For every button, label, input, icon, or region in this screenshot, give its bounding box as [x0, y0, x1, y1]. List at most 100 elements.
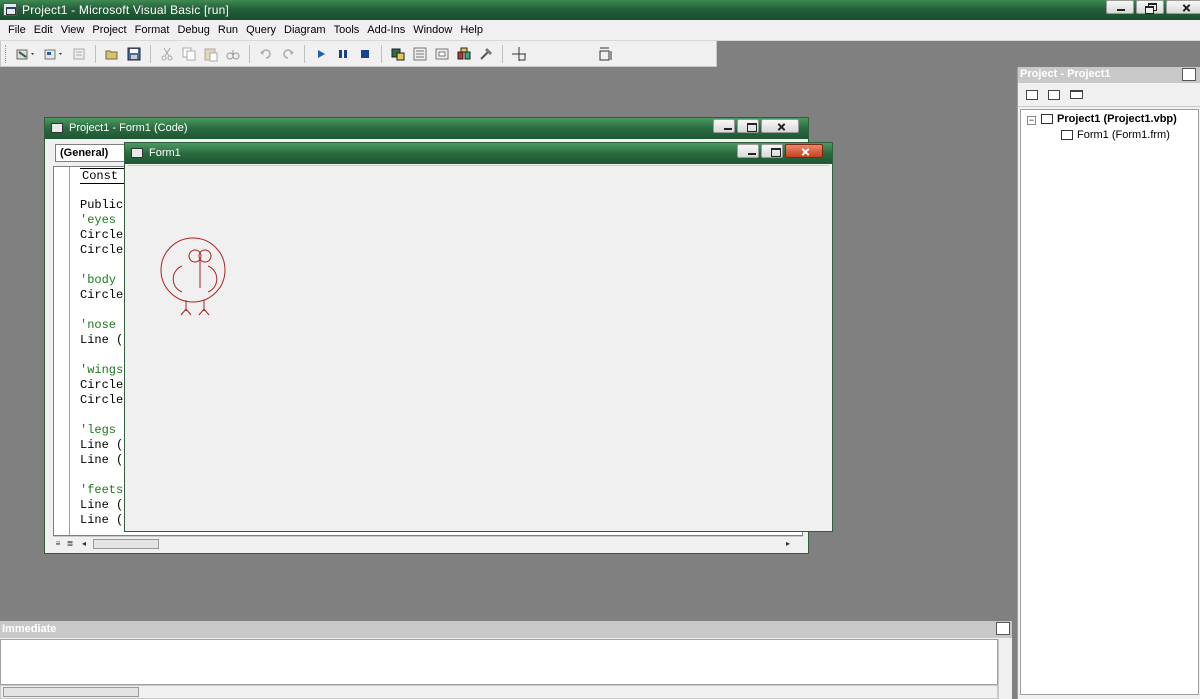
form1-maximize-button[interactable]: [761, 144, 783, 158]
form-icon: [1061, 130, 1073, 141]
menu-tools[interactable]: Tools: [330, 24, 364, 36]
menu-window[interactable]: Window: [409, 24, 456, 36]
menu-help[interactable]: Help: [456, 24, 487, 36]
toggle-folders-icon[interactable]: [1066, 86, 1086, 104]
immediate-close-icon[interactable]: ✕: [996, 622, 1010, 635]
code-line: Public: [80, 198, 124, 212]
code-line: Circle: [80, 288, 124, 302]
project-explorer-toolbar: [1018, 83, 1200, 107]
menu-run[interactable]: Run: [214, 24, 242, 36]
code-line: Line (: [80, 333, 124, 347]
app-minimize-button[interactable]: [1106, 0, 1134, 14]
full-module-view-icon[interactable]: ≣: [65, 539, 75, 549]
app-close-button[interactable]: [1166, 0, 1200, 14]
code-close-button[interactable]: [761, 119, 799, 133]
app-restore-button[interactable]: [1136, 0, 1164, 14]
code-comment-line: 'eyes: [80, 213, 117, 227]
menu-editor-icon[interactable]: [68, 44, 90, 64]
start-icon[interactable]: [310, 44, 332, 64]
code-comment-line: 'nose: [80, 318, 117, 332]
project-explorer-icon[interactable]: [387, 44, 409, 64]
redo-icon[interactable]: [277, 44, 299, 64]
view-code-icon[interactable]: [1022, 86, 1042, 104]
open-icon[interactable]: [101, 44, 123, 64]
menu-project[interactable]: Project: [88, 24, 130, 36]
form1-titlebar[interactable]: Form1: [125, 143, 832, 164]
bird-right-wing: [207, 265, 218, 293]
code-maximize-button[interactable]: [737, 119, 759, 133]
bird-drawing: [160, 237, 226, 316]
code-window-buttons: [713, 119, 799, 133]
toolbar-grip[interactable]: [5, 44, 8, 63]
position-icon[interactable]: [508, 44, 530, 64]
code-line: Line (: [80, 438, 124, 452]
form1-window[interactable]: Form1: [124, 142, 833, 532]
immediate-window[interactable]: Immediate ✕: [0, 621, 1012, 699]
scroll-left-icon[interactable]: ◂: [79, 539, 89, 549]
view-object-icon[interactable]: [1044, 86, 1064, 104]
form-layout-icon[interactable]: [431, 44, 453, 64]
break-icon[interactable]: [332, 44, 354, 64]
undo-icon[interactable]: [255, 44, 277, 64]
code-margin-indicator-bar[interactable]: [54, 167, 70, 535]
immediate-horizontal-scrollbar[interactable]: [0, 685, 998, 699]
menu-query[interactable]: Query: [242, 24, 280, 36]
tree-form-node[interactable]: Form1 (Form1.frm): [1061, 129, 1170, 141]
immediate-header[interactable]: Immediate ✕: [0, 621, 1012, 638]
code-line: Line (: [80, 513, 124, 527]
form1-client-area[interactable]: [128, 165, 829, 528]
toolbar-separator: [249, 44, 250, 63]
code-line: Line (: [80, 498, 124, 512]
properties-icon[interactable]: [409, 44, 431, 64]
toolbar-separator: [502, 44, 503, 63]
collapse-icon[interactable]: −: [1027, 116, 1036, 125]
immediate-vertical-scrollbar[interactable]: [998, 639, 1012, 699]
menu-diagram[interactable]: Diagram: [280, 24, 330, 36]
add-form-icon[interactable]: [40, 44, 68, 64]
tree-project-node[interactable]: Project1 (Project1.vbp): [1041, 113, 1177, 125]
toolbox-icon[interactable]: [475, 44, 497, 64]
bird-body: [160, 237, 226, 303]
code-line: Circle: [80, 378, 124, 392]
scroll-thumb[interactable]: [93, 539, 159, 549]
add-project-icon[interactable]: [12, 44, 40, 64]
app-window-buttons: [1106, 0, 1200, 14]
vb-app-icon[interactable]: [3, 3, 17, 16]
object-browser-icon[interactable]: [453, 44, 475, 64]
app-titlebar: Project1 - Microsoft Visual Basic [run]: [0, 0, 1200, 20]
code-minimize-button[interactable]: [713, 119, 735, 133]
toolbar-separator: [150, 44, 151, 63]
project-explorer-header[interactable]: Project - Project1 ✕: [1018, 67, 1200, 83]
scroll-right-icon[interactable]: ▸: [783, 539, 793, 549]
copy-icon[interactable]: [178, 44, 200, 64]
project-tree[interactable]: − Project1 (Project1.vbp) Form1 (Form1.f…: [1020, 109, 1199, 695]
menu-view[interactable]: View: [57, 24, 89, 36]
size-icon[interactable]: [594, 44, 616, 64]
scroll-thumb[interactable]: [3, 687, 139, 697]
code-window-title: Project1 - Form1 (Code): [69, 122, 188, 134]
code-horizontal-scrollbar[interactable]: ≡ ≣ ◂ ▸: [53, 536, 803, 550]
code-window-titlebar[interactable]: Project1 - Form1 (Code): [45, 118, 808, 139]
menu-format[interactable]: Format: [131, 24, 174, 36]
end-icon[interactable]: [354, 44, 376, 64]
immediate-input[interactable]: [0, 639, 998, 685]
menu-edit[interactable]: Edit: [30, 24, 57, 36]
save-icon[interactable]: [123, 44, 145, 64]
form1-icon: [131, 148, 143, 158]
code-line: Circle: [80, 393, 124, 407]
procedure-view-icon[interactable]: ≡: [53, 539, 63, 549]
paste-icon[interactable]: [200, 44, 222, 64]
project-explorer-close-icon[interactable]: ✕: [1182, 68, 1196, 81]
menu-debug[interactable]: Debug: [173, 24, 213, 36]
form1-title: Form1: [149, 147, 181, 159]
form1-close-button[interactable]: [785, 144, 823, 158]
code-window-icon: [51, 123, 63, 133]
menu-file[interactable]: File: [4, 24, 30, 36]
menu-add-ins[interactable]: Add-Ins: [363, 24, 409, 36]
find-icon[interactable]: [222, 44, 244, 64]
project-explorer[interactable]: Project - Project1 ✕ − Project1 (Project…: [1017, 67, 1200, 699]
code-line: Circle: [80, 243, 124, 257]
form1-minimize-button[interactable]: [737, 144, 759, 158]
project-icon: [1041, 114, 1053, 125]
cut-icon[interactable]: [156, 44, 178, 64]
